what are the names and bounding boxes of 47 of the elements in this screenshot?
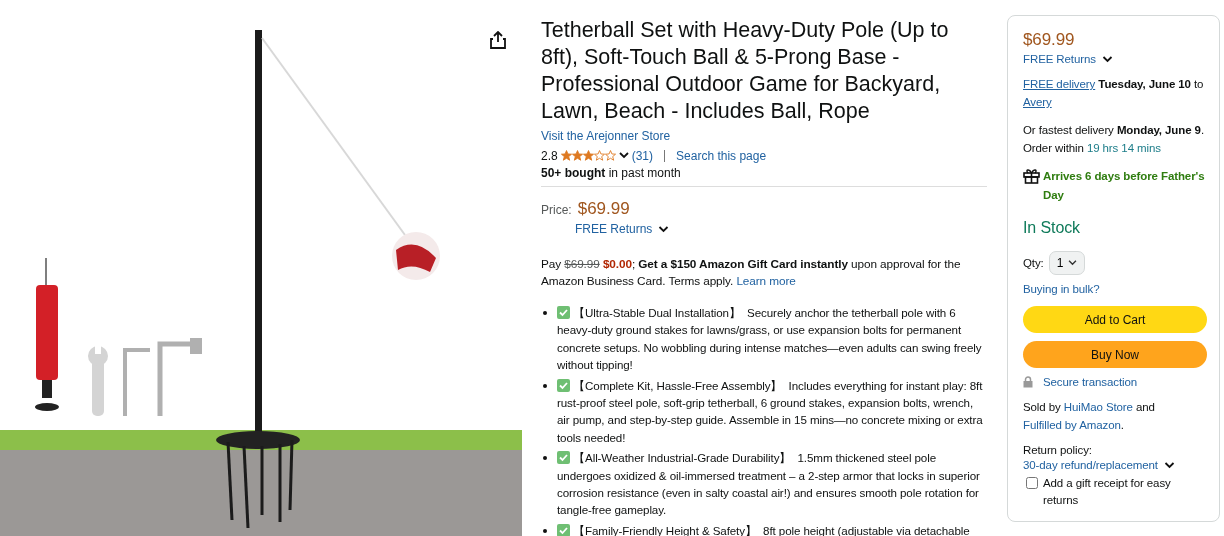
buy-box-price: $69.99: [1023, 30, 1076, 50]
free-delivery-link[interactable]: FREE delivery: [1023, 78, 1096, 90]
return-policy-link[interactable]: 30-day refund/replacement: [1023, 459, 1158, 471]
seller-link[interactable]: HuiMao Store: [1063, 401, 1133, 413]
caret-icon[interactable]: [1101, 55, 1113, 63]
feature-bullet-text: 【All-Weather Industrial-Grade Durability】 1.5mm thickened steel pole undergoes oxidized & oil-immersed treatment – a 2-step armor that locks in superior corrosion resistance (even in salty coastal air!) and ensures smooth pole rotation for tangle-free gameplay.: [557, 450, 981, 519]
quantity-label: Qty:: [1023, 257, 1044, 269]
free-returns-link[interactable]: FREE Returns: [1023, 53, 1096, 65]
caret-icon: [1068, 260, 1078, 266]
product-title: Tetherball Set with Heavy-Duty Pole (Up to 8ft), Soft-Touch Ball & 5-Prong Base - Professional Outdoor Game for Backyard, Lawn, Beach - Includes Ball, Rope: [541, 17, 950, 125]
share-icon[interactable]: [490, 31, 506, 49]
quantity-dropdown[interactable]: 1: [1048, 251, 1086, 275]
review-count-link[interactable]: (31): [631, 148, 654, 163]
caret-icon[interactable]: [1163, 461, 1175, 469]
fulfilled-by-link[interactable]: Fulfilled by Amazon: [1023, 419, 1121, 431]
feature-bullet-text: 【Ultra-Stable Dual Installation】 Securely anchor the tetherball pole with 6 heavy-duty ground stakes for lawns/grass, or use expansion bolts for permanent concrete setups. No wobbling during intense matches—even adults can swing freely without tipping!: [557, 305, 983, 374]
gift-receipt-checkbox[interactable]: [1026, 477, 1038, 489]
check-mark-icon: [557, 378, 570, 392]
buy-now-button[interactable]: Buy Now: [1023, 341, 1207, 368]
price-amount: $69.99: [577, 199, 630, 219]
store-link[interactable]: Visit the Arejonner Store: [541, 129, 671, 143]
bought-count-text: 50+ bought in past month: [541, 166, 682, 180]
caret-icon[interactable]: [658, 225, 670, 233]
lock-icon: [1023, 376, 1033, 388]
search-page-link[interactable]: Search this page: [676, 148, 767, 163]
fathers-day-arrival-text: Arrives 6 days before Father's Day: [1043, 169, 1206, 203]
delivery-location-link[interactable]: Avery: [1023, 96, 1052, 108]
bulk-buying-link[interactable]: Buying in bulk?: [1023, 283, 1100, 295]
caret-icon[interactable]: [618, 152, 629, 159]
price-label: Price:: [541, 203, 572, 217]
secure-transaction-link[interactable]: Secure transaction: [1043, 376, 1138, 388]
check-mark-icon: [557, 306, 570, 319]
delivery-text: FREE delivery Tuesday, June 10 to Avery: [1023, 77, 1205, 110]
feature-bullet-text: 【Complete Kit, Hassle-Free Assembly】 Includes everything for instant play: 8ft rust-proof steel pole, soft-grip tetherball, 6 ground stakes, expansion bolts, wrench, air pump, and step-by-step guide. Assemble in 15 mins—no concrete mixing or extra tools needed!: [557, 377, 984, 446]
return-policy-label: Return policy:: [1023, 444, 1093, 456]
gift-icon: [1023, 168, 1040, 184]
stock-status: In Stock: [1023, 219, 1081, 237]
fastest-delivery-text: Or fastest delivery Monday, June 9. Order within 19 hrs 14 mins: [1023, 123, 1205, 156]
add-to-cart-button[interactable]: Add to Cart: [1023, 306, 1207, 333]
free-returns-link[interactable]: FREE Returns: [575, 222, 653, 236]
learn-more-link[interactable]: Learn more: [736, 274, 796, 288]
rating-value: 2.8: [541, 148, 558, 163]
check-mark-icon: [557, 451, 570, 465]
seller-text: Sold by HuiMao Store and Fulfilled by Amazon.: [1023, 400, 1156, 433]
gift-receipt-label: Add a gift receipt for easy returns: [1043, 476, 1172, 508]
star-rating[interactable]: [560, 150, 616, 161]
gift-card-offer-text: Pay $69.99 $0.00; Get a $150 Amazon Gift Card instantly upon approval for the Amazon Business Card. Terms apply. Learn more: [541, 256, 962, 290]
